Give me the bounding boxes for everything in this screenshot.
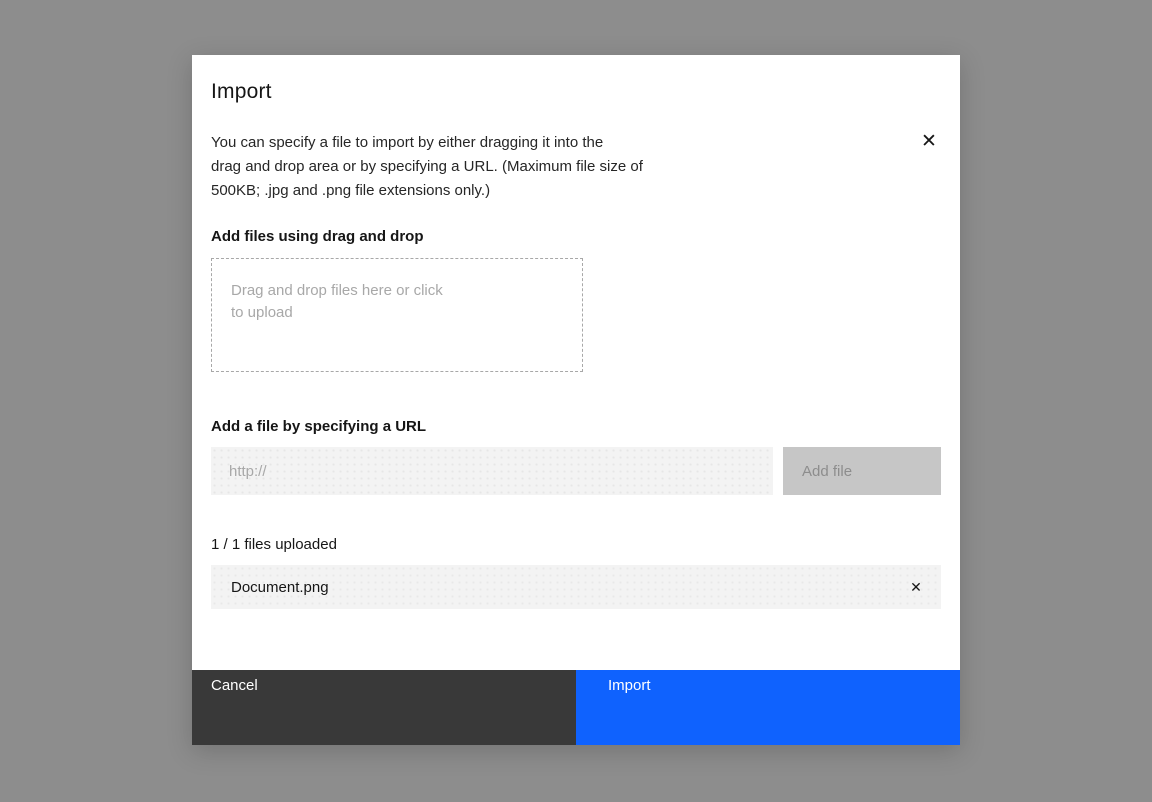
url-section-label: Add a file by specifying a URL	[211, 418, 941, 436]
add-file-button[interactable]: Add file	[783, 447, 941, 495]
cancel-button[interactable]: Cancel	[192, 670, 576, 745]
upload-status-text: 1 / 1 files uploaded	[211, 536, 941, 554]
file-dropzone[interactable]: Drag and drop files here or click to upl…	[211, 258, 583, 372]
uploaded-file-name: Document.png	[231, 579, 329, 596]
modal-description: You can specify a file to import by eith…	[211, 131, 941, 203]
page-title: Import	[211, 79, 941, 105]
modal-footer: Cancel Import	[192, 670, 960, 745]
cancel-button-label: Cancel	[211, 677, 576, 695]
remove-file-icon[interactable]: ✕	[900, 571, 932, 603]
url-input[interactable]	[211, 447, 773, 495]
import-button[interactable]: Import	[576, 670, 960, 745]
uploaded-file-row: Document.png ✕	[211, 565, 941, 609]
import-modal: ✕ Import You can specify a file to impor…	[192, 55, 960, 745]
import-button-label: Import	[608, 677, 960, 695]
modal-content: Import You can specify a file to import …	[192, 55, 960, 670]
drag-drop-label: Add files using drag and drop	[211, 228, 941, 246]
screen-backdrop: { "modal": { "title": "Import", "descrip…	[0, 0, 1152, 802]
close-icon[interactable]: ✕	[909, 122, 949, 162]
url-input-row: Add file	[211, 447, 941, 495]
